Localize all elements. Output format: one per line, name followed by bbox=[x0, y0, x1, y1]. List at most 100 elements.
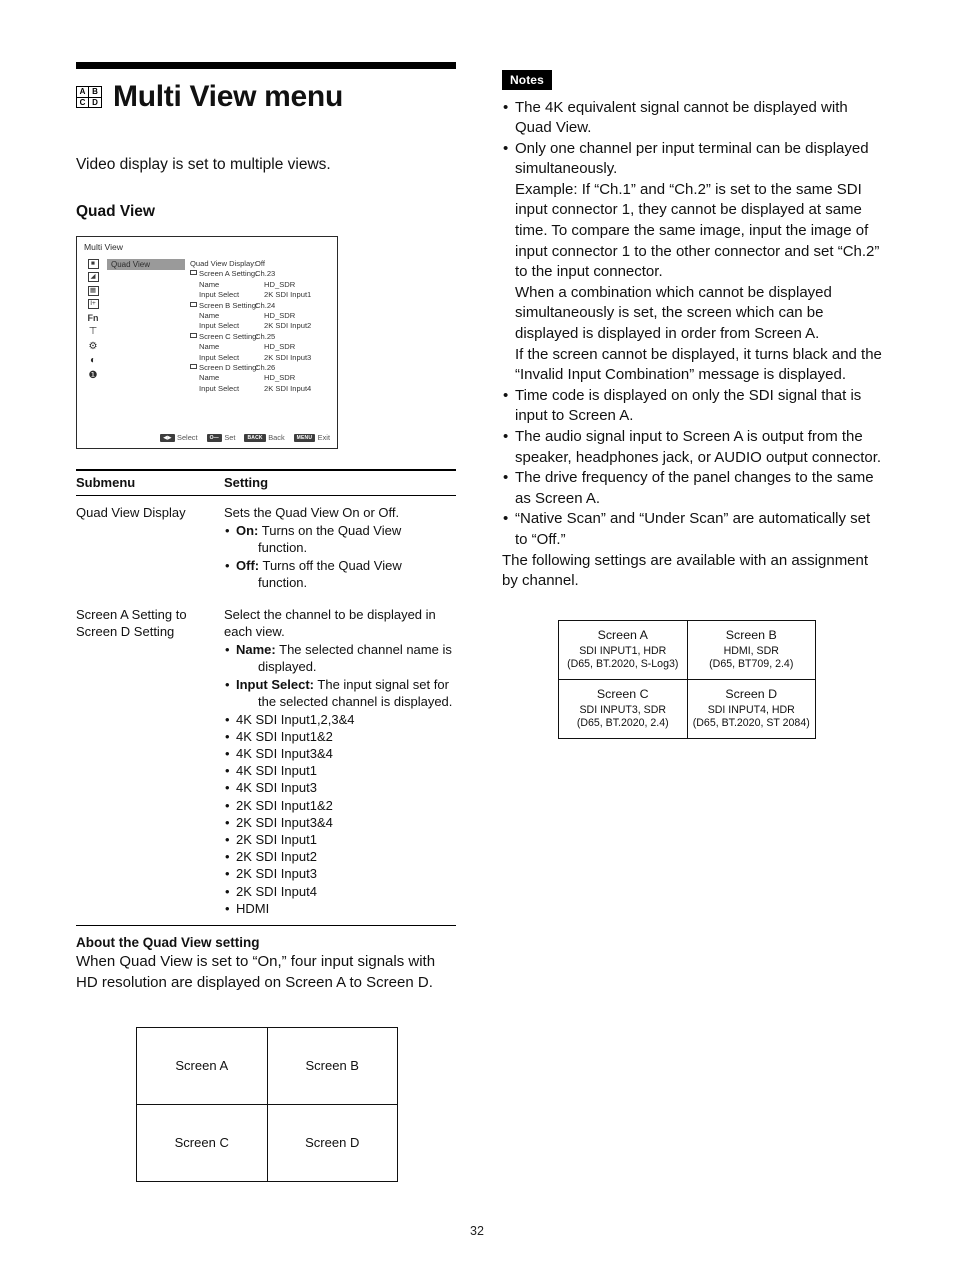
screen-cell-c: Screen C bbox=[136, 1103, 268, 1182]
osd-row-label: Name bbox=[199, 311, 220, 321]
about-heading: About the Quad View setting bbox=[76, 934, 260, 950]
table-row: Screen A SDI INPUT1, HDR (D65, BT.2020, … bbox=[558, 619, 816, 680]
osd-icon-info[interactable]: ❶ bbox=[87, 370, 99, 382]
bullet-hang-text: the selected channel is displayed. bbox=[258, 694, 453, 709]
osd-key-label: Exit bbox=[317, 433, 330, 442]
osd-icon-input[interactable]: ■ bbox=[87, 259, 99, 269]
osd-row[interactable]: Screen A Setting: Ch.23 bbox=[190, 269, 332, 279]
osd-row-value: Ch.25 bbox=[255, 331, 276, 341]
intro-text: Video display is set to multiple views. bbox=[76, 156, 331, 173]
note-subtext: If the screen cannot be displayed, it tu… bbox=[515, 345, 882, 384]
osd-key-glyph: BACK bbox=[244, 433, 266, 442]
list-item: The 4K equivalent signal cannot be displ… bbox=[502, 98, 882, 139]
osd-row[interactable]: Name HD_SDR bbox=[190, 373, 332, 383]
list-item: The audio signal input to Screen A is ou… bbox=[502, 427, 882, 468]
osd-row[interactable]: Input Select 2K SDI Input4 bbox=[190, 384, 332, 394]
osd-icon-contrast[interactable]: ◐ bbox=[87, 355, 99, 367]
screen-signal: SDI INPUT3, SDR bbox=[579, 703, 667, 716]
bullet-text: The selected channel name is bbox=[275, 641, 452, 657]
osd-icon-function[interactable]: Fn bbox=[87, 312, 99, 324]
list-item: 2K SDI Input2 bbox=[224, 848, 456, 865]
osd-row[interactable]: Quad View Display: Off bbox=[190, 259, 332, 269]
osd-row-value: HD_SDR bbox=[264, 279, 296, 289]
osd-icon-input-config[interactable]: I+ bbox=[87, 299, 99, 310]
screen-colorimetry: (D65, BT.2020, S-Log3) bbox=[567, 657, 679, 670]
screen-layout-diagram: Screen A Screen B Screen C Screen D bbox=[136, 1026, 398, 1182]
osd-row[interactable]: Input Select 2K SDI Input2 bbox=[190, 321, 332, 331]
osd-selected-item-quad-view[interactable]: Quad View bbox=[107, 259, 185, 270]
osd-key-glyph: MENU bbox=[293, 433, 316, 442]
osd-row-label: Name bbox=[199, 279, 220, 289]
osd-row-label: Input Select bbox=[199, 383, 240, 393]
screen-name: Screen C bbox=[596, 686, 649, 701]
list-item: “Native Scan” and “Under Scan” are autom… bbox=[502, 509, 882, 550]
setting-bullet-list: Name: The selected channel name is displa… bbox=[224, 641, 456, 711]
list-item: Name: The selected channel name is displa… bbox=[224, 641, 456, 676]
osd-key-label: Set bbox=[224, 433, 236, 442]
note-text: Only one channel per input terminal can … bbox=[515, 139, 869, 178]
osd-row[interactable]: Input Select 2K SDI Input3 bbox=[190, 353, 332, 363]
bullet-text: Turns on the Quad View bbox=[258, 522, 402, 538]
table-row: Screen C SDI INPUT3, SDR (D65, BT.2020, … bbox=[558, 678, 816, 739]
screen-colorimetry: (D65, BT.2020, ST 2084) bbox=[692, 716, 810, 729]
osd-row[interactable]: Input Select 2K SDI Input1 bbox=[190, 290, 332, 300]
osd-screen-marker-icon bbox=[190, 332, 197, 338]
about-body: When Quad View is set to “On,” four inpu… bbox=[76, 952, 436, 991]
bullet-key: Off: bbox=[236, 557, 260, 573]
osd-icon-layout[interactable]: ⊤ bbox=[87, 326, 99, 338]
page-title: Multi View menu bbox=[113, 80, 343, 113]
bullet-hang-text: function. bbox=[258, 540, 308, 555]
osd-row[interactable]: Screen B Setting: Ch.24 bbox=[190, 301, 332, 311]
osd-row-label-text: Screen B Setting: bbox=[199, 300, 259, 310]
osd-key-exit[interactable]: MENU Exit bbox=[293, 433, 330, 442]
osd-row[interactable]: Name HD_SDR bbox=[190, 280, 332, 290]
osd-icon-picture[interactable]: ◢ bbox=[87, 272, 99, 283]
note-text: Time code is displayed on only the SDI s… bbox=[515, 386, 862, 425]
page-number: 32 bbox=[470, 1224, 484, 1238]
notes-badge: Notes bbox=[502, 70, 552, 90]
bullet-hang-text: function. bbox=[258, 575, 308, 590]
screen-cell-b: Screen B bbox=[266, 1026, 398, 1105]
osd-key-set[interactable]: O— Set bbox=[206, 433, 236, 442]
list-item: 4K SDI Input3 bbox=[224, 779, 456, 796]
quad-icon-cell-c: C bbox=[77, 98, 89, 108]
osd-icon-gear[interactable]: ⚙ bbox=[87, 341, 99, 353]
screen-cell-b: Screen B HDMI, SDR (D65, BT709, 2.4) bbox=[686, 619, 816, 680]
osd-key-select[interactable]: ◀▶ Select bbox=[160, 433, 198, 442]
osd-row-label-text: Screen A Setting: bbox=[199, 269, 258, 279]
screen-cell-a: Screen A SDI INPUT1, HDR (D65, BT.2020, … bbox=[558, 619, 688, 680]
osd-row-label: Screen A Setting: bbox=[190, 269, 258, 279]
osd-row[interactable]: Screen D Setting: Ch.26 bbox=[190, 363, 332, 373]
osd-row-value: 2K SDI Input3 bbox=[264, 352, 312, 362]
osd-row[interactable]: Name HD_SDR bbox=[190, 342, 332, 352]
osd-row-label: Screen C Setting: bbox=[190, 332, 259, 342]
list-item: Off: Turns off the Quad View function. bbox=[224, 557, 456, 592]
bullet-key: Input Select: bbox=[236, 676, 315, 692]
list-item: Only one channel per input terminal can … bbox=[502, 139, 882, 386]
osd-row[interactable]: Screen C Setting: Ch.25 bbox=[190, 332, 332, 342]
screen-cell-c: Screen C SDI INPUT3, SDR (D65, BT.2020, … bbox=[558, 678, 688, 739]
document-page: A B C D Multi View menu Video display is… bbox=[0, 0, 954, 1274]
screen-name: Screen B bbox=[725, 627, 777, 642]
column-header-setting: Setting bbox=[224, 469, 456, 496]
osd-row-value: Off bbox=[255, 259, 265, 268]
screen-signal: SDI INPUT1, HDR bbox=[579, 644, 667, 657]
table-row: Quad View Display Sets the Quad View On … bbox=[76, 496, 456, 598]
notes-list: The 4K equivalent signal cannot be displ… bbox=[502, 98, 882, 551]
list-item: 2K SDI Input1&2 bbox=[224, 797, 456, 814]
osd-row-label: Input Select bbox=[199, 321, 240, 331]
osd-window-title: Multi View bbox=[84, 242, 124, 252]
quad-view-grid-icon: A B C D bbox=[76, 86, 102, 108]
list-item: The drive frequency of the panel changes… bbox=[502, 468, 882, 509]
notes-tail-text: The following settings are available wit… bbox=[502, 551, 869, 590]
setting-lead-text: Sets the Quad View On or Off. bbox=[224, 505, 400, 520]
right-column: Notes The 4K equivalent signal cannot be… bbox=[502, 70, 882, 739]
osd-row[interactable]: Name HD_SDR bbox=[190, 311, 332, 321]
osd-key-back[interactable]: BACK Back bbox=[244, 433, 285, 442]
screen-colorimetry: (D65, BT.2020, 2.4) bbox=[576, 716, 669, 729]
osd-menu-screenshot: Multi View ■ ◢ ▦ I+ Fn ⊤ ⚙ ◐ ❶ Quad View… bbox=[76, 236, 338, 449]
list-item: Input Select: The input signal set for th… bbox=[224, 676, 456, 711]
osd-icon-grid[interactable]: ▦ bbox=[87, 285, 99, 296]
osd-key-label: Back bbox=[268, 433, 285, 442]
column-header-submenu: Submenu bbox=[76, 469, 224, 496]
